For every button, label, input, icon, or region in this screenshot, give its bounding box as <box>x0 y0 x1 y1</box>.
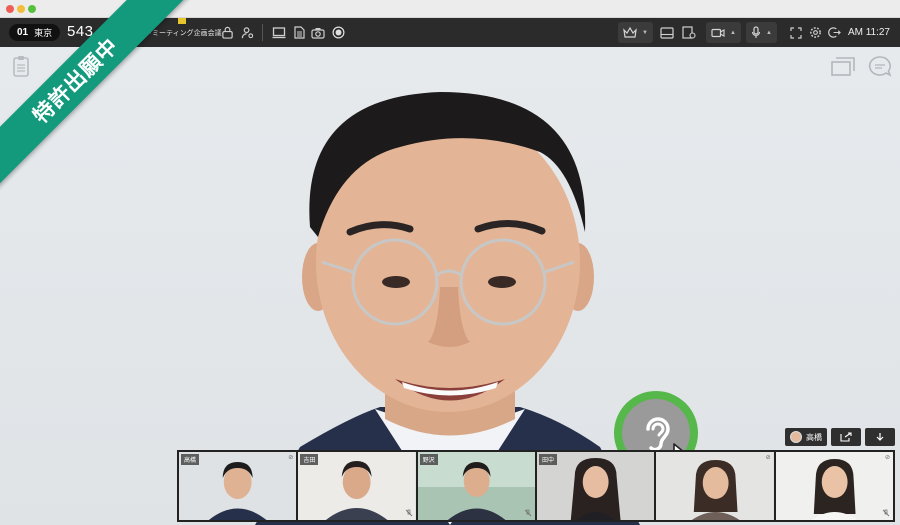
participant-thumbnail[interactable]: 吉田 <box>298 452 416 520</box>
meeting-toolbar: 01 東京 543 456 リモートミーティング企画会議 ▼ ▲ ▲ AM 11… <box>0 18 900 47</box>
layout-menu[interactable]: ▼ <box>618 22 653 43</box>
ear-icon <box>646 417 670 452</box>
clock: AM 11:27 <box>847 27 890 38</box>
external-window-icon <box>840 432 852 442</box>
whiteboard-icon[interactable] <box>658 24 676 41</box>
microphone-icon <box>751 26 761 38</box>
notepad-icon[interactable] <box>8 53 34 79</box>
document-icon[interactable] <box>290 24 308 41</box>
participant-name: 高橋 <box>181 454 200 465</box>
caret-down-icon: ▼ <box>642 29 648 36</box>
layout-switch-icon[interactable] <box>830 53 856 79</box>
arrow-down-icon <box>876 433 884 441</box>
camera-snapshot-icon[interactable] <box>309 24 327 41</box>
window-titlebar <box>0 0 900 18</box>
participant-thumbnail[interactable]: 田中 <box>536 452 655 520</box>
mic-off-icon <box>524 509 532 517</box>
participant-name: 田中 <box>538 454 557 465</box>
lock-icon[interactable] <box>218 24 236 41</box>
minimize-strip-button[interactable] <box>865 428 895 446</box>
fullscreen-icon[interactable] <box>787 24 805 41</box>
participant-name: 野沢 <box>419 454 438 465</box>
participant-video <box>775 452 893 520</box>
participant-thumbnail[interactable]: 野沢 <box>417 452 535 520</box>
chat-icon[interactable] <box>867 53 893 79</box>
speaker-avatar <box>790 431 802 443</box>
caret-up-icon: ▲ <box>766 29 772 36</box>
room-number: 01 <box>17 27 29 38</box>
microphone-menu[interactable]: ▲ <box>746 22 777 43</box>
room-selector[interactable]: 01 東京 <box>9 24 61 41</box>
crown-icon <box>623 26 637 38</box>
toolbar-divider <box>262 24 263 41</box>
participant-thumbnail[interactable]: ⊘ <box>775 452 893 520</box>
video-menu[interactable]: ▲ <box>706 22 741 43</box>
participants-list-icon[interactable] <box>680 24 698 41</box>
pin-icon[interactable]: ⊘ <box>885 454 890 461</box>
participant-strip: 高橋 ⊘ 吉田 野沢 田中 ⊘ ⊘ <box>177 450 895 522</box>
gear-icon[interactable] <box>806 24 824 41</box>
speaker-name: 高橋 <box>806 432 822 442</box>
maximize-window-button[interactable] <box>28 5 36 13</box>
mic-off-icon <box>882 509 890 517</box>
user-settings-icon[interactable] <box>238 24 256 41</box>
participant-name: 吉田 <box>300 454 319 465</box>
close-window-button[interactable] <box>6 5 14 13</box>
record-icon[interactable] <box>329 24 347 41</box>
meeting-name: リモートミーティング企画会議 <box>124 30 222 37</box>
meeting-id: 543 456 <box>67 23 125 40</box>
pin-icon[interactable]: ⊘ <box>766 454 771 461</box>
minimize-window-button[interactable] <box>17 5 25 13</box>
participant-thumbnail[interactable]: ⊘ <box>656 452 774 520</box>
room-name: 東京 <box>34 28 53 38</box>
leave-meeting-icon[interactable] <box>825 24 843 41</box>
mic-off-icon <box>405 509 413 517</box>
popout-button[interactable] <box>831 428 861 446</box>
video-camera-icon <box>711 28 725 37</box>
screen-share-icon[interactable] <box>270 24 288 41</box>
speaker-name-button[interactable]: 高橋 <box>785 428 827 446</box>
participant-video <box>656 452 774 520</box>
participant-thumbnail[interactable]: 高橋 ⊘ <box>179 452 297 520</box>
pin-icon[interactable]: ⊘ <box>288 454 293 461</box>
caret-up-icon: ▲ <box>730 29 736 36</box>
